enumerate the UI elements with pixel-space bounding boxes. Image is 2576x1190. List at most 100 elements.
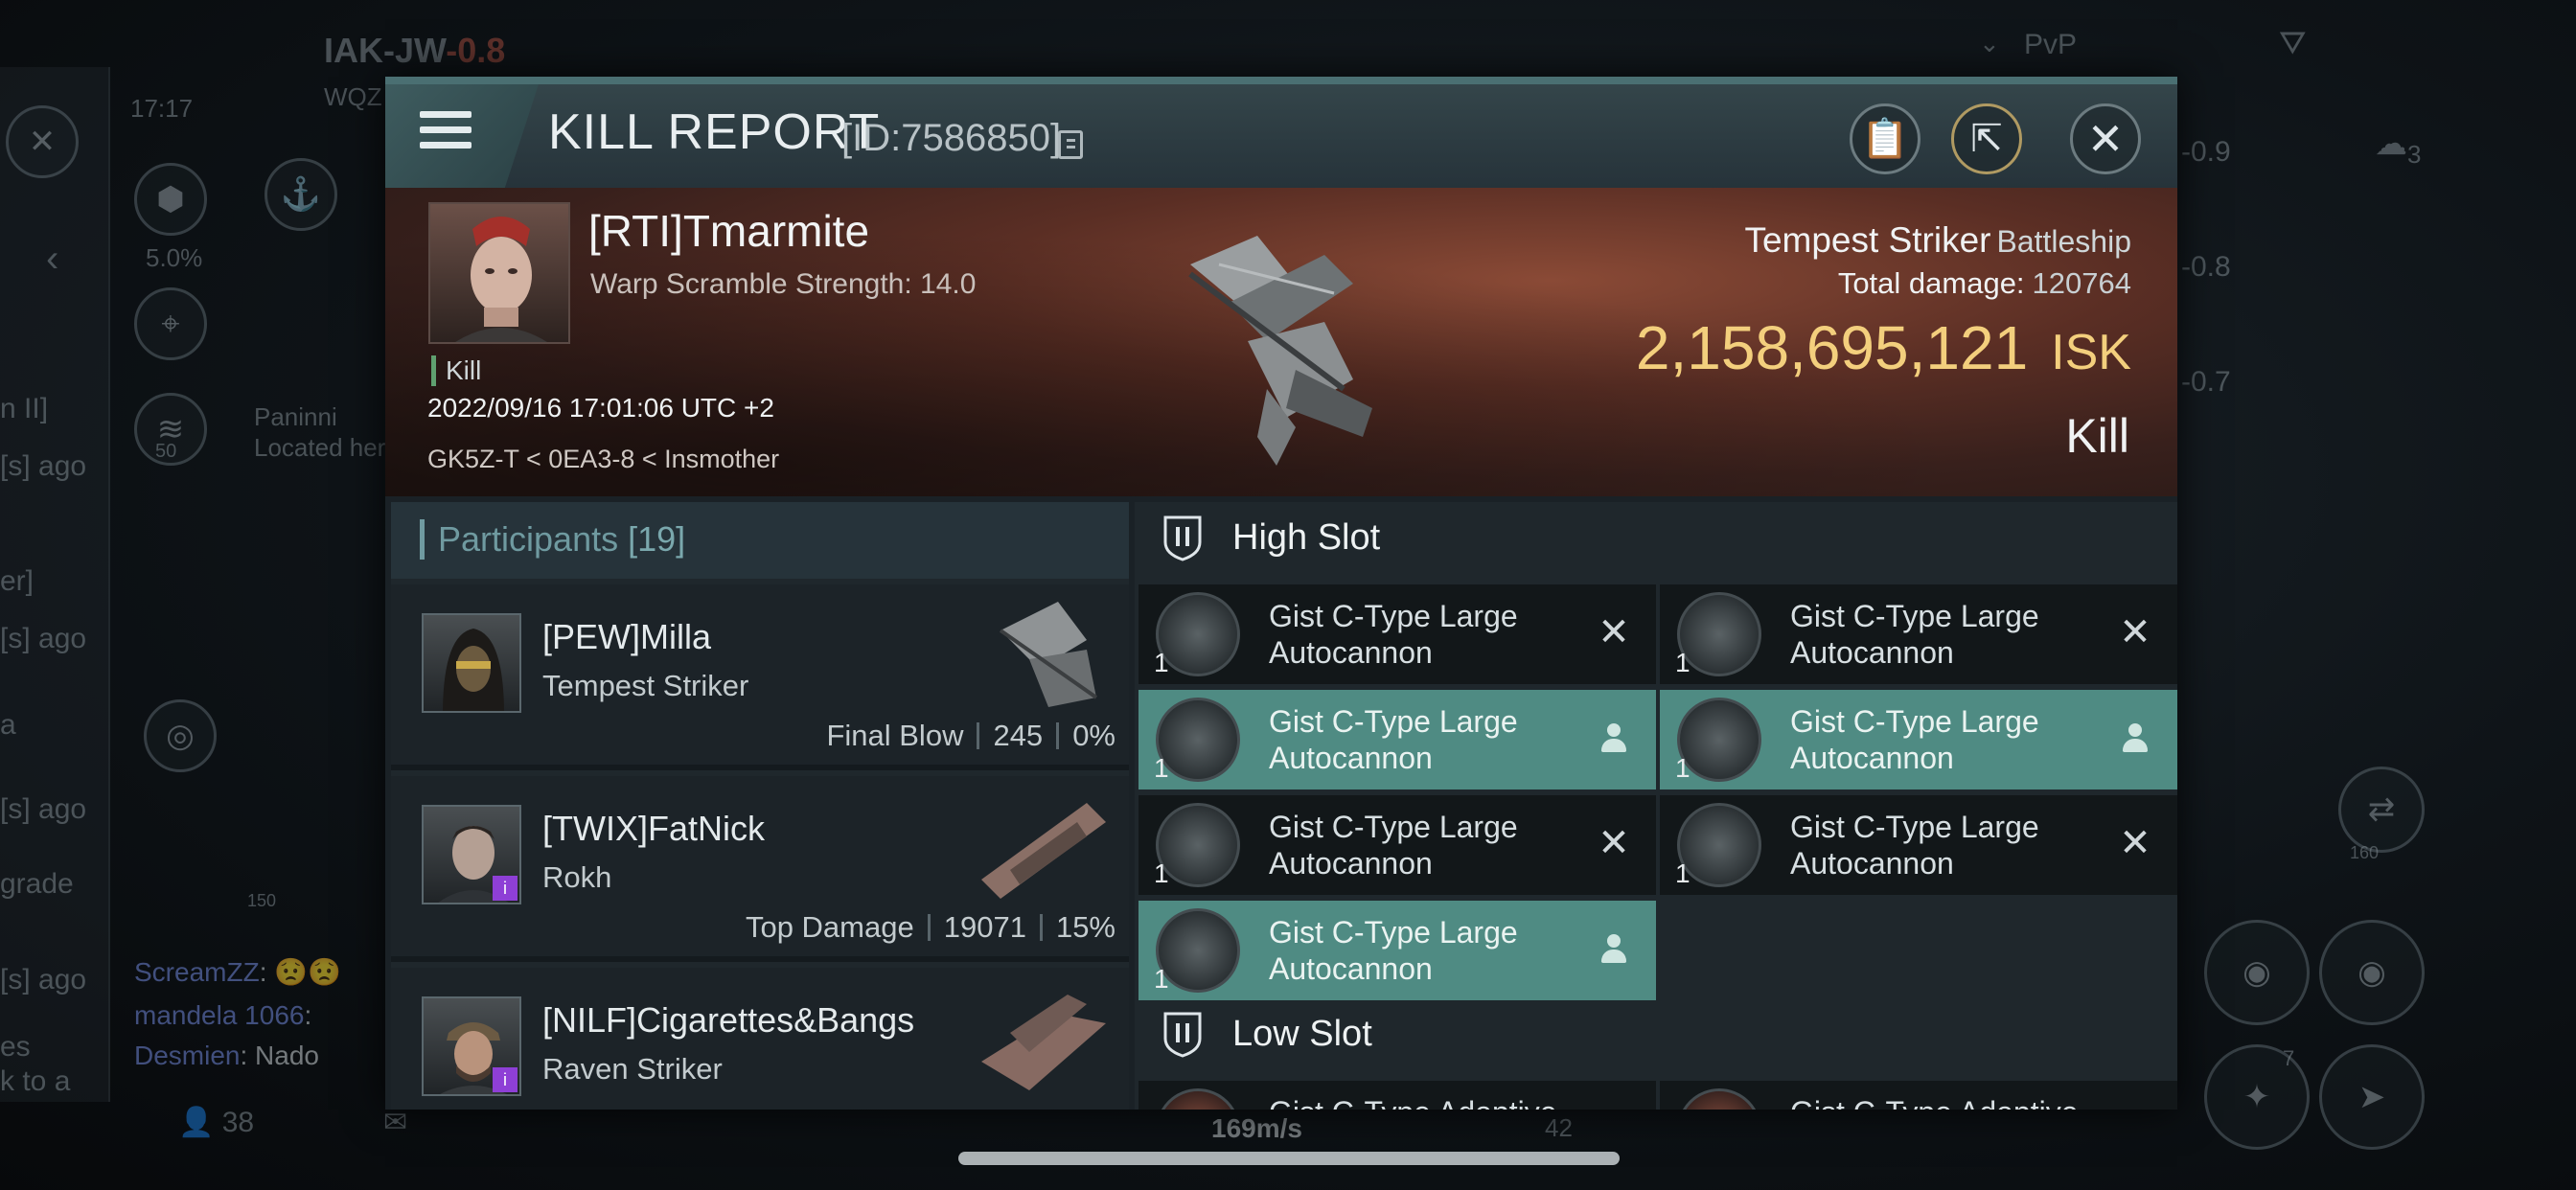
participant-ship-image	[981, 803, 1106, 899]
propulsion-button[interactable]: ➤	[2319, 1044, 2425, 1150]
victim-portrait[interactable]	[428, 202, 570, 344]
thruster-icon: ➤	[2358, 1079, 2386, 1115]
victim-ship-image[interactable]	[1133, 197, 1420, 485]
filter-icon[interactable]: ⛛	[2279, 25, 2307, 62]
dropped-person-icon	[1595, 929, 1633, 968]
role-badge-icon: i	[493, 1067, 518, 1092]
participant-ship-image	[981, 995, 1106, 1090]
participant-damage: 19071	[943, 910, 1026, 944]
slot-item[interactable]: 1 Gist C-Type Large Autocannon	[1138, 690, 1656, 790]
kill-datetime: 2022/09/16 17:01:06 UTC +2	[427, 393, 774, 423]
chat-fragment: [s] ago	[0, 964, 87, 995]
cargo-button[interactable]: ⬢	[134, 163, 207, 236]
participant-ship[interactable]: Rokh	[542, 860, 611, 895]
slot-item[interactable]: 1 Gist C-Type Large Autocannon ✕	[1660, 584, 2177, 684]
participant-ship[interactable]: Tempest Striker	[542, 669, 748, 703]
slot-item[interactable]: 1 Gist C-Type Large Autocannon ✕	[1138, 795, 1656, 895]
participant-ship-image	[999, 602, 1098, 707]
report-id: [ID:7586850]	[841, 117, 1062, 159]
game-screen: ✕ ‹ ⬢ 5.0% ⌖ ≋ 50 ⚓ Paninni Located here…	[0, 0, 2576, 1190]
chat-sender[interactable]: mandela 1066	[134, 1000, 304, 1030]
slot-item[interactable]: 1 Gist C-Type Large Autocannon	[1660, 690, 2177, 790]
victim-name[interactable]: [RTI]Tmarmite	[588, 205, 869, 257]
isk-value: 2,158,695,121 ISK	[1636, 312, 2131, 383]
total-damage: Total damage: 120764	[1838, 266, 2131, 301]
avatar[interactable]: i	[422, 996, 521, 1096]
chat-fragment: n II]	[0, 393, 49, 424]
fleet-count: 50	[155, 441, 177, 462]
adaptive-module-icon	[1156, 1088, 1240, 1110]
kill-location[interactable]: GK5Z-T < 0EA3-8 < Insmother	[427, 445, 779, 474]
low-slot-icon	[1163, 1012, 1202, 1058]
participant-ship[interactable]: Raven Striker	[542, 1052, 723, 1087]
system-header: IAK-JW-0.8	[324, 31, 505, 71]
cargo-percent: 5.0%	[146, 243, 203, 272]
participant-row[interactable]: i [TWIX]FatNick Rokh Top Damage 19071 15%	[391, 776, 1129, 962]
menu-tab[interactable]	[385, 84, 539, 188]
slot-item[interactable]: 1 Gist C-Type Large Autocannon	[1138, 901, 1656, 1000]
clipboard-button[interactable]: 📋	[1850, 103, 1920, 174]
participants-header: Participants [19]	[391, 502, 1129, 579]
high-slot-title: High Slot	[1232, 517, 1381, 558]
chat-fragment: k to a	[0, 1065, 71, 1097]
collapse-arrow-icon[interactable]: ‹	[46, 238, 58, 281]
participant-name[interactable]: [NILF]Cigarettes&Bangs	[542, 1000, 914, 1041]
system-security: -0.8	[446, 31, 506, 70]
low-slot-title: Low Slot	[1232, 1014, 1372, 1054]
system-sub: WQZ	[324, 82, 382, 111]
player-count[interactable]: 👤 38	[178, 1106, 254, 1139]
swap-button[interactable]: ⇄	[2338, 767, 2425, 853]
chat-fragment: a	[0, 709, 16, 741]
module-icon: ◉	[2242, 954, 2271, 991]
home-indicator[interactable]	[958, 1152, 1620, 1165]
participant-row[interactable]: [PEW]Milla Tempest Striker Final Blow 245…	[391, 584, 1129, 770]
kill-result: Kill	[2065, 409, 2129, 463]
person-icon: 👤	[178, 1107, 222, 1138]
copy-icon[interactable]	[1058, 130, 1083, 159]
slot-item[interactable]: 1 Gist C-Type Large Autocannon ✕	[1138, 584, 1656, 684]
warp-scramble-strength: Warp Scramble Strength: 14.0	[590, 268, 977, 300]
low-slot-header: Low Slot	[1135, 998, 2177, 1071]
isk-unit: ISK	[2051, 325, 2131, 380]
participant-percent: 15%	[1055, 910, 1116, 944]
hamburger-menu-icon[interactable]	[420, 111, 472, 153]
high-slot-header: High Slot	[1135, 502, 2177, 575]
slot-item[interactable]: 1 Gist C-Type Adaptive	[1660, 1081, 2177, 1110]
module-name: Gist C-Type Large Autocannon	[1790, 704, 2039, 775]
close-panel-button[interactable]: ✕	[6, 105, 79, 178]
participant-name[interactable]: [TWIX]FatNick	[542, 809, 765, 849]
avatar[interactable]	[422, 613, 521, 713]
close-button[interactable]: ✕	[2070, 103, 2141, 174]
slot-item[interactable]: 1 Gist C-Type Large Autocannon ✕	[1660, 795, 2177, 895]
location-button[interactable]: ⌖	[134, 287, 207, 360]
module-slot-2[interactable]: ◉	[2319, 920, 2425, 1025]
victim-summary: [RTI]Tmarmite Warp Scramble Strength: 14…	[385, 188, 2177, 496]
chat-message: mandela 1066:	[134, 1000, 311, 1031]
participant-name[interactable]: [PEW]Milla	[542, 617, 711, 657]
destroyed-icon: ✕	[2119, 822, 2151, 864]
target-button[interactable]: ◎	[144, 699, 217, 772]
avatar[interactable]: i	[422, 805, 521, 904]
participant-row[interactable]: i [NILF]Cigarettes&Bangs Raven Striker	[391, 968, 1129, 1110]
chat-sender[interactable]: Desmien	[134, 1041, 240, 1070]
map-scale-label: 150	[247, 891, 277, 910]
chat-member-name: Paninni	[254, 402, 337, 431]
filter-label[interactable]: PvP	[2024, 29, 2077, 61]
mail-icon[interactable]: ✉	[383, 1106, 407, 1139]
module-slot-1[interactable]: ◉	[2204, 920, 2310, 1025]
total-damage-label: Total damage:	[1837, 266, 2025, 300]
close-icon: ✕	[28, 124, 57, 160]
dock-button[interactable]: ⚓	[264, 158, 337, 231]
chat-message: ScreamZZ: 😟😟	[134, 956, 341, 988]
chevron-down-icon[interactable]: ⌄	[1979, 29, 2000, 58]
share-button[interactable]: ⇱	[1951, 103, 2022, 174]
module-name: Gist C-Type Large Autocannon	[1269, 810, 1518, 881]
ring-label: 160	[2350, 843, 2380, 862]
local-chat-icon[interactable]: ☁	[2375, 125, 2407, 163]
ship-name[interactable]: Tempest Striker	[1744, 220, 1990, 260]
fitting-panel: High Slot 1 Gist C-Type Large Autocannon…	[1135, 502, 2177, 1110]
chat-sender[interactable]: ScreamZZ	[134, 957, 260, 987]
module-name: Gist C-Type Large Autocannon	[1269, 915, 1518, 986]
chat-fragment: er]	[0, 565, 34, 597]
slot-item[interactable]: 1 Gist C-Type Adaptive	[1138, 1081, 1656, 1110]
